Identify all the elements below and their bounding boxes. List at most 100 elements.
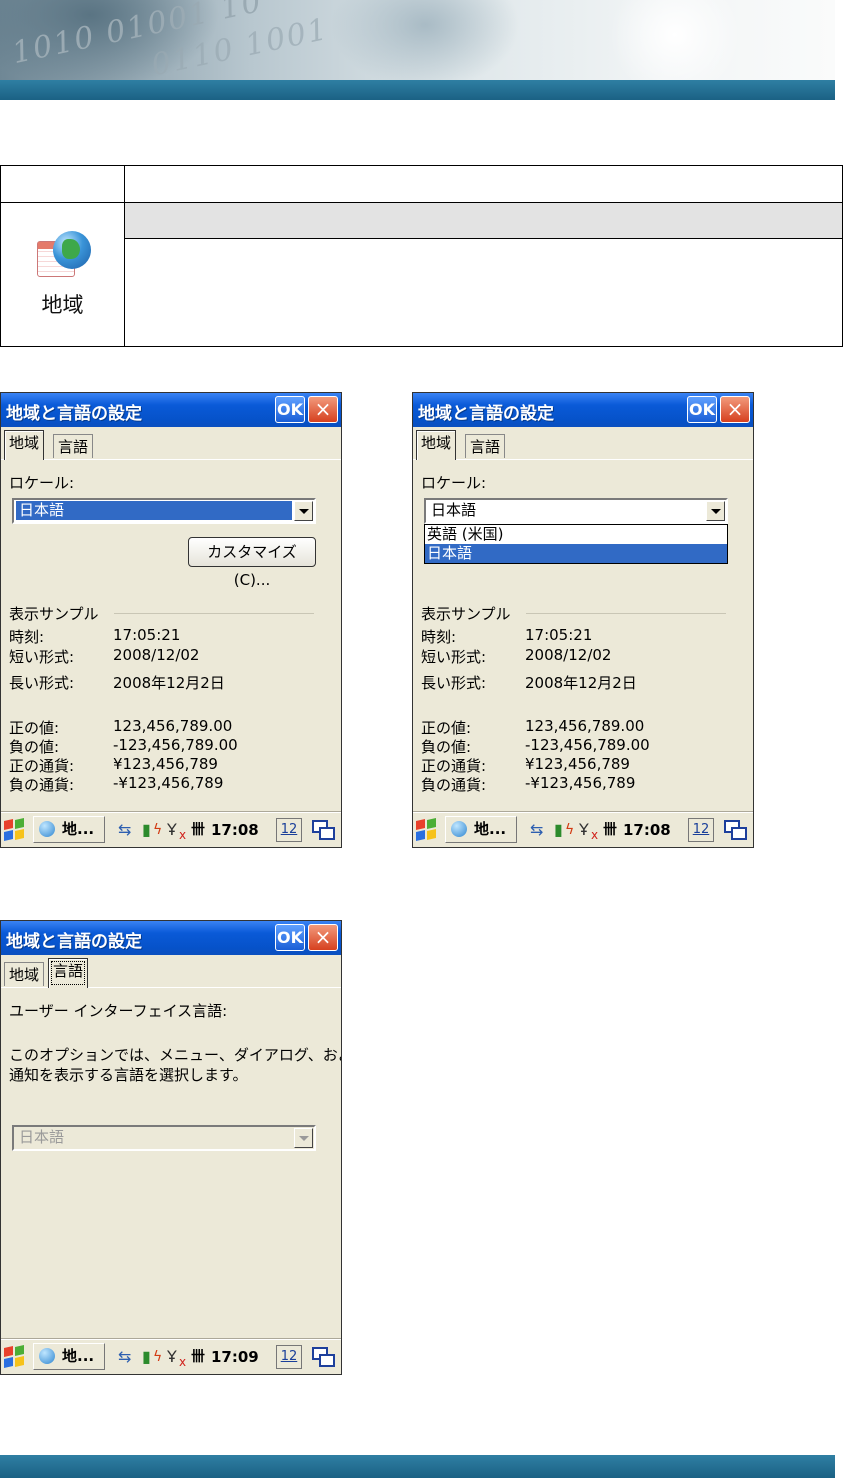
short-date-value: 2008/12/02: [113, 646, 200, 664]
connectivity-icon[interactable]: ⇆: [530, 817, 543, 843]
barcode-icon[interactable]: 卌: [603, 817, 617, 843]
taskbar-app-button[interactable]: 地...: [33, 816, 105, 843]
tab-region[interactable]: 地域: [4, 430, 45, 460]
positive-currency-label: 正の通貨:: [9, 757, 75, 775]
window-switch-icon[interactable]: [310, 1345, 336, 1369]
close-button[interactable]: ×: [308, 396, 338, 423]
short-date-label: 短い形式:: [421, 648, 487, 666]
taskbar-app-button[interactable]: 地...: [33, 1343, 105, 1370]
connectivity-icon[interactable]: ⇆: [118, 817, 131, 843]
negative-number-label: 負の値:: [9, 738, 60, 756]
start-icon[interactable]: [4, 1345, 26, 1368]
title-bar: 地域と言語の設定 OK ×: [1, 921, 341, 955]
tab-region[interactable]: 地域: [416, 430, 457, 460]
table-description: [124, 238, 843, 347]
window-switch-icon[interactable]: [722, 818, 748, 842]
taskbar-app-label: 地...: [62, 1347, 95, 1365]
locale-label: ロケール:: [421, 474, 487, 492]
tab-language[interactable]: 言語: [465, 434, 506, 458]
locale-value: 日本語: [16, 501, 292, 520]
ok-button[interactable]: OK: [275, 396, 305, 423]
signal-x-icon: x: [179, 1355, 187, 1369]
power-icon[interactable]: ϟ: [565, 817, 574, 843]
long-date-label: 長い形式:: [421, 674, 487, 692]
battery-icon[interactable]: ▮: [142, 817, 151, 843]
time-value: 17:05:21: [113, 626, 181, 644]
taskbar-clock[interactable]: 17:08: [623, 817, 671, 843]
close-button[interactable]: ×: [308, 924, 338, 951]
window-switch-icon[interactable]: [310, 818, 336, 842]
taskbar-app-label: 地...: [474, 820, 507, 838]
taskbar: 地... ⇆ ▮ ϟ Ұ x 卌 17:09 12: [1, 1339, 341, 1374]
globe-icon: [39, 1348, 55, 1364]
dropdown-option[interactable]: 英語 (米国): [425, 525, 727, 544]
taskbar-app-button[interactable]: 地...: [445, 816, 517, 843]
time-label: 時刻:: [9, 628, 45, 646]
globe-icon: [52, 230, 91, 269]
tab-strip: 地域 言語: [1, 427, 341, 460]
globe-icon: [451, 821, 467, 837]
chevron-down-icon[interactable]: [706, 501, 725, 521]
customize-button[interactable]: カスタマイズ(C)...: [188, 537, 316, 589]
close-button[interactable]: ×: [720, 396, 750, 423]
negative-currency-value: -¥123,456,789: [113, 774, 224, 792]
locale-dropdown[interactable]: 日本語: [424, 498, 728, 524]
taskbar: 地... ⇆ ▮ ϟ Ұ x 卌 17:08 12: [413, 812, 753, 847]
battery-icon[interactable]: ▮: [142, 1344, 151, 1370]
separator-line: [114, 613, 314, 614]
locale-label: ロケール:: [9, 474, 75, 492]
regional-settings-icon: 地域: [23, 227, 103, 319]
tab-language[interactable]: 言語: [48, 958, 89, 988]
signal-off-icon[interactable]: Ұ: [579, 817, 589, 843]
ok-button[interactable]: OK: [275, 924, 305, 951]
start-icon[interactable]: [416, 818, 438, 841]
signal-off-icon[interactable]: Ұ: [167, 817, 177, 843]
negative-number-value: -123,456,789.00: [113, 736, 238, 754]
screen-region-tab: 地域と言語の設定 OK × 地域 言語 ロケール: 日本語 カスタマイズ(C).…: [0, 392, 342, 848]
ui-language-dropdown: 日本語: [12, 1125, 316, 1151]
input-panel-button[interactable]: 12: [276, 1345, 302, 1369]
taskbar-clock[interactable]: 17:09: [211, 1344, 259, 1370]
table-gray-bar: [124, 202, 843, 239]
short-date-value: 2008/12/02: [525, 646, 612, 664]
ui-language-value: 日本語: [19, 1128, 65, 1146]
locale-dropdown-list: 英語 (米国) 日本語: [424, 524, 728, 564]
sample-label: 表示サンプル: [421, 605, 511, 623]
connectivity-icon[interactable]: ⇆: [118, 1344, 131, 1370]
negative-number-label: 負の値:: [421, 738, 472, 756]
time-label: 時刻:: [421, 628, 457, 646]
input-panel-button[interactable]: 12: [276, 818, 302, 842]
window-title: 地域と言語の設定: [6, 404, 142, 424]
title-bar: 地域と言語の設定 OK ×: [413, 393, 753, 427]
window-title: 地域と言語の設定: [418, 404, 554, 424]
ui-language-label: ユーザー インターフェイス言語:: [9, 1002, 228, 1020]
start-icon[interactable]: [4, 818, 26, 841]
power-icon[interactable]: ϟ: [153, 1344, 162, 1370]
negative-currency-label: 負の通貨:: [421, 776, 487, 794]
signal-x-icon: x: [179, 828, 187, 842]
negative-currency-label: 負の通貨:: [9, 776, 75, 794]
positive-currency-value: ¥123,456,789: [113, 755, 218, 773]
dropdown-option-selected[interactable]: 日本語: [425, 544, 727, 563]
tab-region[interactable]: 地域: [4, 962, 45, 986]
table-header-left: [0, 165, 125, 203]
window-title: 地域と言語の設定: [6, 932, 142, 952]
tab-language[interactable]: 言語: [53, 434, 94, 458]
positive-number-value: 123,456,789.00: [525, 717, 645, 735]
locale-dropdown[interactable]: 日本語: [12, 498, 316, 524]
chevron-down-icon[interactable]: [294, 501, 313, 521]
barcode-icon[interactable]: 卌: [191, 817, 205, 843]
power-icon[interactable]: ϟ: [153, 817, 162, 843]
ok-button[interactable]: OK: [687, 396, 717, 423]
long-date-value: 2008年12月2日: [525, 674, 637, 692]
battery-icon[interactable]: ▮: [554, 817, 563, 843]
taskbar: 地... ⇆ ▮ ϟ Ұ x 卌 17:08 12: [1, 812, 341, 847]
input-panel-button[interactable]: 12: [688, 818, 714, 842]
barcode-icon[interactable]: 卌: [191, 1344, 205, 1370]
signal-off-icon[interactable]: Ұ: [167, 1344, 177, 1370]
positive-currency-label: 正の通貨:: [421, 757, 487, 775]
positive-currency-value: ¥123,456,789: [525, 755, 630, 773]
taskbar-clock[interactable]: 17:08: [211, 817, 259, 843]
tab-strip: 地域 言語: [413, 427, 753, 460]
time-value: 17:05:21: [525, 626, 593, 644]
